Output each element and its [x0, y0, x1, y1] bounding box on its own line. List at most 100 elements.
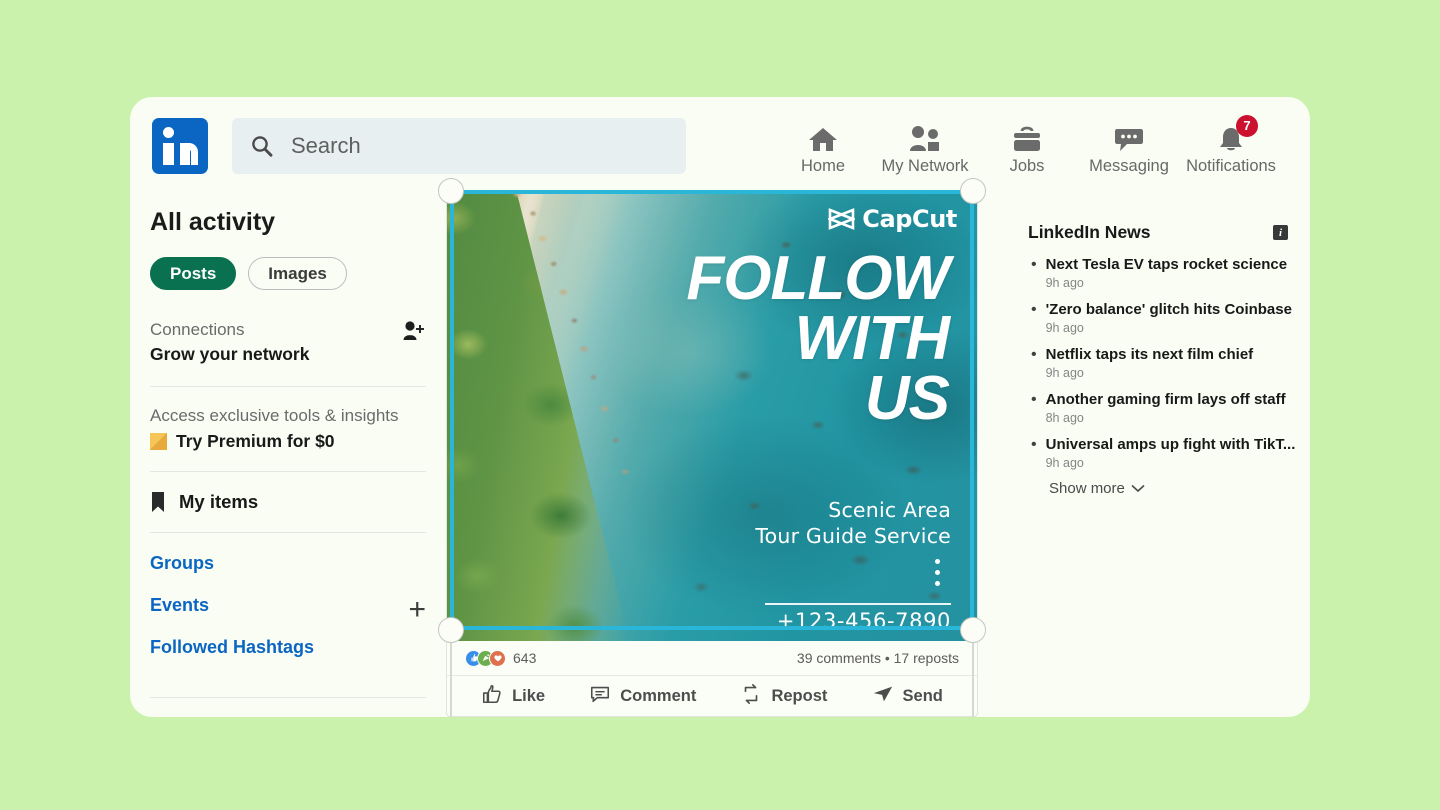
post-headline-line-3: US: [864, 364, 950, 434]
nav-item-notifications[interactable]: 7 Notifications: [1180, 114, 1282, 176]
reactions-group[interactable]: 643: [465, 649, 537, 667]
send-paperplane-icon: [872, 683, 894, 710]
bullet-icon: •: [1031, 256, 1037, 273]
news-timestamp: 9h ago: [1045, 456, 1084, 470]
news-list-item[interactable]: • 'Zero balance' glitch hits Coinbase 9h…: [1028, 300, 1292, 335]
post-headline: FOLLOW WITH US: [686, 244, 950, 434]
nav-item-my-network[interactable]: My Network: [874, 121, 976, 176]
bullet-icon: •: [1031, 391, 1037, 408]
comment-label: Comment: [620, 687, 697, 705]
capcut-logo-icon: [826, 208, 857, 230]
plus-icon[interactable]: +: [408, 595, 426, 625]
selection-handle-top-left[interactable]: [438, 178, 464, 204]
connections-main-label: Grow your network: [150, 344, 310, 364]
premium-sub-label: Access exclusive tools & insights: [150, 406, 399, 425]
post-subtitle-line-2: Tour Guide Service: [755, 524, 951, 549]
nav-label-home: Home: [800, 156, 845, 175]
repost-button[interactable]: Repost: [740, 683, 827, 710]
add-person-icon[interactable]: [400, 320, 426, 349]
send-label: Send: [902, 687, 943, 705]
filter-tab-posts[interactable]: Posts: [150, 257, 237, 290]
connections-block[interactable]: Connections Grow your network: [150, 320, 426, 387]
news-headline: 'Zero balance' glitch hits Coinbase: [1045, 301, 1292, 318]
send-button[interactable]: Send: [872, 683, 943, 710]
sidebar-item-groups[interactable]: Groups: [150, 553, 426, 574]
bullet-icon: •: [1031, 301, 1037, 318]
global-navigation-bar: Search Home My Network Jobs Messaging 7 …: [130, 97, 1310, 195]
post-comment-repost-meta[interactable]: 39 comments • 17 reposts: [797, 650, 959, 666]
my-items-label: My items: [179, 491, 259, 512]
logo-dot: [163, 127, 174, 138]
filter-tab-images-label: Images: [268, 263, 327, 283]
reaction-count: 643: [513, 650, 537, 666]
connections-sub-label: Connections: [150, 320, 245, 339]
linkedin-logo-icon[interactable]: [152, 118, 208, 174]
news-title: LinkedIn News: [1028, 222, 1151, 242]
notifications-badge: 7: [1236, 114, 1258, 137]
activity-filter-tabs: Posts Images: [150, 257, 426, 290]
like-button[interactable]: Like: [481, 683, 545, 710]
nav-item-jobs[interactable]: Jobs: [976, 121, 1078, 176]
post-media-image[interactable]: CapCut FOLLOW WITH US Scenic Area Tour G…: [447, 191, 977, 641]
nav-label-notifications: Notifications: [1186, 156, 1276, 175]
news-timestamp: 9h ago: [1045, 276, 1084, 290]
my-items-row[interactable]: My items: [150, 472, 426, 533]
filter-tab-posts-label: Posts: [170, 263, 217, 283]
post-subtitle: Scenic Area Tour Guide Service: [755, 497, 951, 549]
sidebar-item-followed-hashtags[interactable]: Followed Hashtags: [150, 637, 426, 658]
news-timestamp: 8h ago: [1045, 411, 1084, 425]
left-sidebar: All activity Posts Images Connections Gr…: [130, 195, 446, 717]
my-network-icon: [908, 121, 942, 153]
page-title: All activity: [150, 208, 276, 236]
news-list-item[interactable]: • Next Tesla EV taps rocket science 9h a…: [1028, 255, 1288, 290]
logo-n-stem: [180, 143, 190, 165]
selection-handle-bottom-right[interactable]: [960, 617, 986, 643]
search-input[interactable]: Search: [232, 118, 686, 174]
nav-item-messaging[interactable]: Messaging: [1078, 121, 1180, 176]
capcut-brand-label: CapCut: [862, 205, 957, 233]
comment-bubble-icon: [589, 683, 611, 710]
info-icon[interactable]: i: [1273, 225, 1288, 240]
show-more-button[interactable]: Show more: [1049, 480, 1288, 497]
jobs-briefcase-icon: [1012, 121, 1042, 153]
selection-guide-line-right: [972, 630, 974, 717]
messaging-icon: [1114, 121, 1144, 153]
repost-icon: [740, 683, 762, 710]
post-stats-row: 643 39 comments • 17 reposts: [447, 641, 977, 676]
post-headline-line-2: WITH: [794, 304, 950, 374]
dot: [935, 559, 940, 564]
post-headline-line-1: FOLLOW: [686, 244, 950, 313]
news-headline: Next Tesla EV taps rocket science: [1045, 256, 1288, 273]
selection-handle-bottom-left[interactable]: [438, 617, 464, 643]
post-action-bar: Like Comment Repost Send: [447, 676, 977, 716]
premium-promo-block[interactable]: Access exclusive tools & insights Try Pr…: [150, 387, 426, 472]
divider-rule: [765, 603, 951, 605]
news-list-item[interactable]: • Another gaming firm lays off staff 8h …: [1028, 390, 1288, 425]
sidebar-item-events[interactable]: Events: [150, 595, 426, 616]
post-subtitle-line-1: Scenic Area: [828, 498, 951, 522]
premium-gold-square-icon: [150, 433, 167, 450]
comment-button[interactable]: Comment: [589, 683, 696, 710]
news-headline: Netflix taps its next film chief: [1045, 346, 1254, 363]
capcut-watermark: CapCut: [826, 205, 957, 233]
news-headline: Universal amps up fight with TikT...: [1045, 436, 1296, 453]
bullet-icon: •: [1031, 346, 1037, 363]
news-timestamp: 9h ago: [1045, 366, 1084, 380]
news-list-item[interactable]: • Universal amps up fight with TikT... 9…: [1028, 435, 1295, 470]
filter-tab-images[interactable]: Images: [248, 257, 347, 290]
dot: [935, 570, 940, 575]
bookmark-icon: [150, 491, 166, 513]
search-placeholder: Search: [291, 133, 361, 158]
photo-rocks-layer: [478, 191, 638, 497]
premium-main-label: Try Premium for $0: [176, 431, 335, 451]
thumbs-up-icon: [481, 683, 503, 710]
news-headline: Another gaming firm lays off staff: [1045, 391, 1286, 408]
nav-item-home[interactable]: Home: [772, 121, 874, 176]
show-more-label: Show more: [1049, 480, 1125, 497]
news-list-item[interactable]: • Netflix taps its next film chief 9h ag…: [1028, 345, 1288, 380]
home-icon: [808, 121, 838, 153]
vertical-dots-icon[interactable]: [935, 559, 940, 586]
selection-handle-top-right[interactable]: [960, 178, 986, 204]
feed-post-card: CapCut FOLLOW WITH US Scenic Area Tour G…: [446, 190, 978, 717]
news-header: LinkedIn News i: [1028, 222, 1288, 243]
